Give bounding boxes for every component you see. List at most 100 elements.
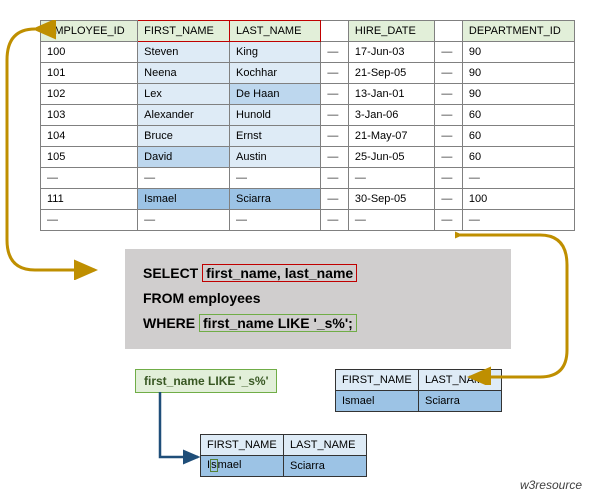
header-department-id: DEPARTMENT_ID [462, 21, 574, 42]
table-cell [138, 168, 230, 189]
table-cell: 90 [462, 84, 574, 105]
sql-select: SELECT [143, 265, 198, 281]
highlighted-letter: s [210, 459, 218, 472]
result2-ln: Sciarra [284, 455, 367, 476]
header-first-name: FIRST_NAME [138, 21, 230, 42]
table-cell [321, 63, 349, 84]
table-row: 100StevenKing 17-Jun-03 90 [41, 42, 575, 63]
result1-fn: Ismael [336, 390, 419, 411]
table-cell: 101 [41, 63, 138, 84]
table-cell [435, 168, 463, 189]
table-cell: 100 [41, 42, 138, 63]
table-cell: 17-Jun-03 [348, 42, 434, 63]
table-cell: 105 [41, 147, 138, 168]
condition-label: first_name LIKE '_s%' [135, 369, 277, 393]
table-cell: Steven [138, 42, 230, 63]
table-cell: 104 [41, 126, 138, 147]
table-row: 105DavidAustin 25-Jun-05 60 [41, 147, 575, 168]
table-cell: 100 [462, 189, 574, 210]
employees-table: EMPLOYEE_ID FIRST_NAME LAST_NAME HIRE_DA… [40, 20, 575, 231]
table-cell: Sciarra [230, 189, 321, 210]
table-cell [321, 168, 349, 189]
table-cell: 111 [41, 189, 138, 210]
table-row: 103AlexanderHunold 3-Jan-06 60 [41, 105, 575, 126]
header-hire-date: HIRE_DATE [348, 21, 434, 42]
sql-query-box: SELECT first_name, last_name FROM employ… [125, 249, 511, 349]
result2-header-ln: LAST_NAME [284, 434, 367, 455]
sql-condition: first_name LIKE '_s%'; [199, 314, 357, 332]
table-row: 111IsmaelSciarra 30-Sep-05 100 [41, 189, 575, 210]
table-cell [321, 105, 349, 126]
table-cell: 25-Jun-05 [348, 147, 434, 168]
table-cell [321, 189, 349, 210]
table-cell: 30-Sep-05 [348, 189, 434, 210]
attribution: w3resource [520, 478, 582, 492]
header-gap [435, 21, 463, 42]
table-cell [435, 210, 463, 231]
table-cell: David [138, 147, 230, 168]
table-cell [462, 210, 574, 231]
table-cell: 21-Sep-05 [348, 63, 434, 84]
table-cell: 102 [41, 84, 138, 105]
table-cell: Neena [138, 63, 230, 84]
table-cell [462, 168, 574, 189]
result1-header-fn: FIRST_NAME [336, 369, 419, 390]
table-cell [321, 42, 349, 63]
table-cell [41, 210, 138, 231]
table-cell: King [230, 42, 321, 63]
table-cell: 90 [462, 42, 574, 63]
table-cell: Austin [230, 147, 321, 168]
table-cell [321, 147, 349, 168]
table-cell: Alexander [138, 105, 230, 126]
table-cell [321, 210, 349, 231]
result2-header-fn: FIRST_NAME [201, 434, 284, 455]
table-cell [435, 147, 463, 168]
table-cell [435, 63, 463, 84]
table-cell: 90 [462, 63, 574, 84]
header-gap [321, 21, 349, 42]
result1-ln: Sciarra [419, 390, 502, 411]
table-cell [138, 210, 230, 231]
table-cell [348, 168, 434, 189]
table-cell: 60 [462, 147, 574, 168]
table-cell [41, 168, 138, 189]
table-cell: Bruce [138, 126, 230, 147]
table-cell [321, 84, 349, 105]
table-cell: Ernst [230, 126, 321, 147]
table-cell [230, 168, 321, 189]
table-cell: 13-Jan-01 [348, 84, 434, 105]
table-cell: De Haan [230, 84, 321, 105]
table-row: 104BruceErnst 21-May-07 60 [41, 126, 575, 147]
sql-where: WHERE [143, 315, 195, 331]
result2-fn: Ismael [201, 455, 284, 476]
result-table-1: FIRST_NAME LAST_NAME Ismael Sciarra [335, 369, 502, 412]
table-cell [435, 84, 463, 105]
table-cell: Lex [138, 84, 230, 105]
table-cell: 21-May-07 [348, 126, 434, 147]
table-cell [435, 105, 463, 126]
result1-header-ln: LAST_NAME [419, 369, 502, 390]
table-row: 101NeenaKochhar 21-Sep-05 90 [41, 63, 575, 84]
table-cell: 60 [462, 126, 574, 147]
result-area: first_name LIKE '_s%' FIRST_NAME LAST_NA… [25, 369, 575, 499]
table-cell [435, 126, 463, 147]
table-row [41, 168, 575, 189]
table-row: 102LexDe Haan 13-Jan-01 90 [41, 84, 575, 105]
sql-columns: first_name, last_name [202, 264, 357, 282]
sql-from: FROM employees [143, 286, 493, 311]
table-cell: Ismael [138, 189, 230, 210]
header-employee-id: EMPLOYEE_ID [41, 21, 138, 42]
table-cell: Kochhar [230, 63, 321, 84]
table-cell: Hunold [230, 105, 321, 126]
table-row [41, 210, 575, 231]
table-cell [348, 210, 434, 231]
table-cell [435, 189, 463, 210]
header-last-name: LAST_NAME [230, 21, 321, 42]
result-table-2: FIRST_NAME LAST_NAME Ismael Sciarra [200, 434, 367, 477]
table-cell [230, 210, 321, 231]
table-cell [321, 126, 349, 147]
table-cell: 60 [462, 105, 574, 126]
table-cell [435, 42, 463, 63]
table-cell: 3-Jan-06 [348, 105, 434, 126]
table-cell: 103 [41, 105, 138, 126]
